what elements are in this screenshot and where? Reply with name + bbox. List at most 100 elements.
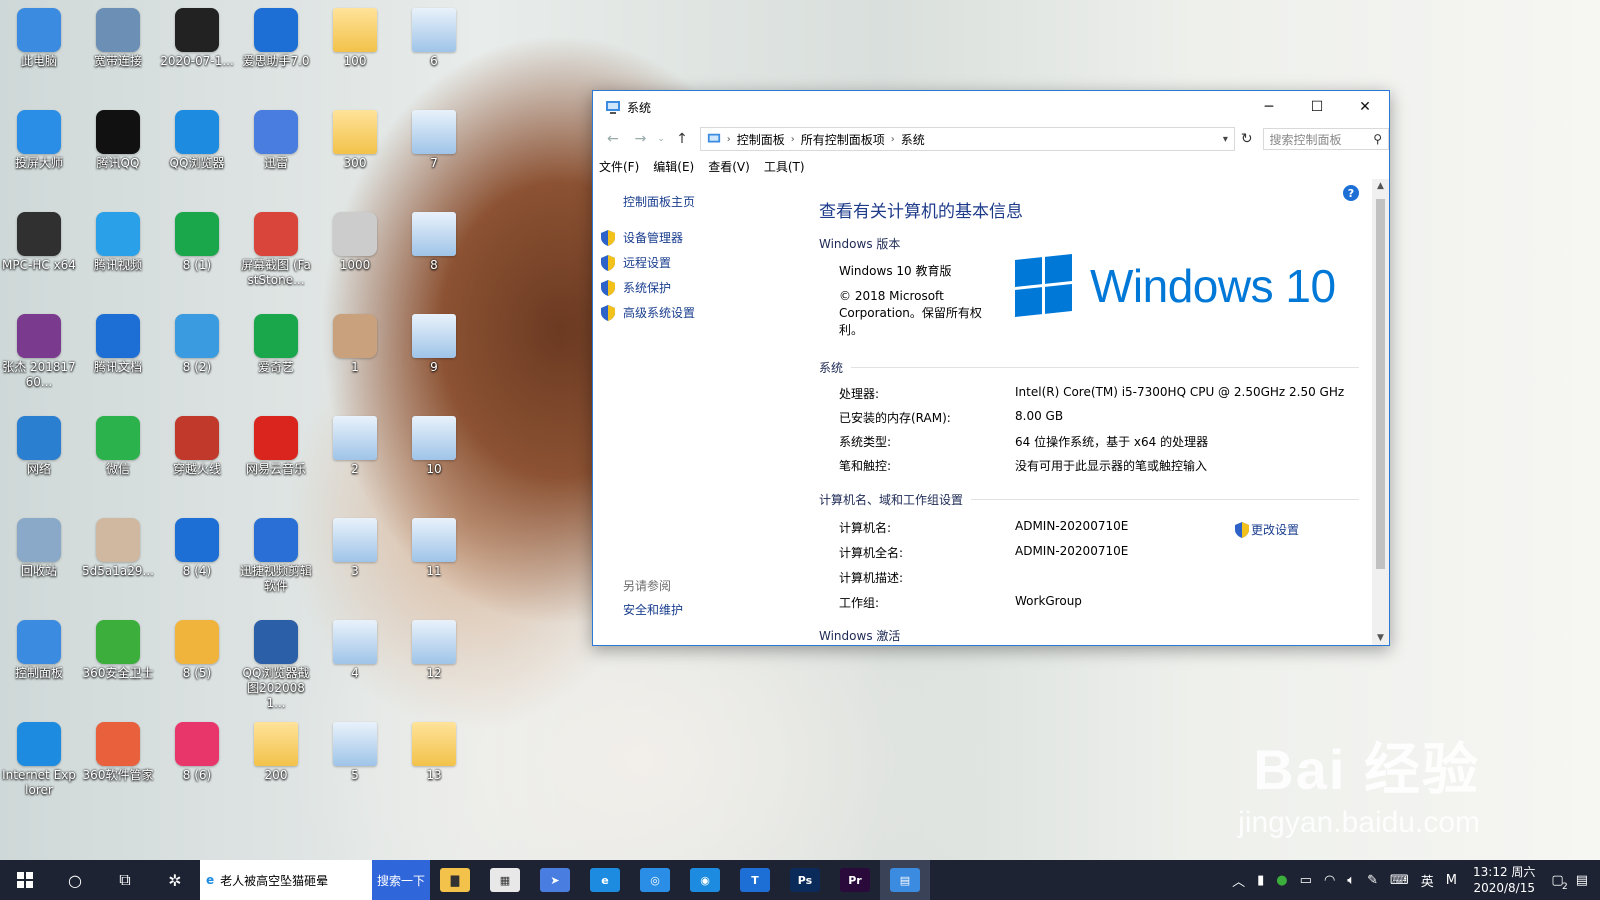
desktop-icon[interactable]: 8 (1) <box>158 206 236 306</box>
taskbar-app-button[interactable]: ▇ <box>430 860 480 900</box>
desktop-icon[interactable]: 8 <box>395 206 473 306</box>
usb-icon[interactable]: ▮ <box>1257 873 1264 888</box>
back-arrow-icon[interactable]: ← <box>599 131 627 147</box>
desktop-icon[interactable]: 8 (4) <box>158 512 236 612</box>
desktop-icon[interactable]: 5d5a1a29... <box>79 512 157 612</box>
desktop-icon[interactable]: 爱奇艺 <box>237 308 315 408</box>
menu-tools[interactable]: 工具(T) <box>764 158 805 175</box>
taskbar-app-button[interactable]: Pr <box>830 860 880 900</box>
desktop-icon[interactable]: 网易云音乐 <box>237 410 315 510</box>
ime-mode[interactable]: M <box>1446 873 1457 888</box>
desktop-icon[interactable]: Internet Explorer <box>0 716 78 816</box>
task-view-icon[interactable]: ⧉ <box>100 860 150 900</box>
desktop-icon[interactable]: 360安全卫士 <box>79 614 157 714</box>
change-settings-link[interactable]: 更改设置 <box>1235 521 1299 538</box>
minimize-button[interactable]: ─ <box>1245 91 1293 123</box>
desktop-icon[interactable]: 张杰 20181760... <box>0 308 78 408</box>
desktop-icon[interactable]: 3 <box>316 512 394 612</box>
desktop-icon[interactable]: 2020-07-1... <box>158 2 236 102</box>
wifi-icon[interactable]: ◠ <box>1324 873 1335 888</box>
desktop-icon[interactable]: QQ浏览器 <box>158 104 236 204</box>
desktop-icon[interactable]: 迅雷 <box>237 104 315 204</box>
device-manager-link[interactable]: 设备管理器 <box>601 229 683 246</box>
taskbar-app-button[interactable]: ▤ <box>880 860 930 900</box>
desktop-icon[interactable]: 投屏大师 <box>0 104 78 204</box>
advanced-system-settings-link[interactable]: 高级系统设置 <box>601 304 695 321</box>
input-language[interactable]: 英 <box>1421 871 1434 890</box>
cortana-search-icon[interactable]: ○ <box>50 860 100 900</box>
menu-edit[interactable]: 编辑(E) <box>653 158 694 175</box>
security-and-maintenance-link[interactable]: 安全和维护 <box>623 601 683 618</box>
vertical-scrollbar[interactable]: ▲ ▼ <box>1372 179 1389 645</box>
taskbar-app-button[interactable]: ◎ <box>630 860 680 900</box>
desktop-icon[interactable]: 回收站 <box>0 512 78 612</box>
clock[interactable]: 13:12 周六 2020/8/15 <box>1473 864 1535 896</box>
desktop-icon[interactable]: 迅捷视频剪辑软件 <box>237 512 315 612</box>
battery-icon[interactable]: ▭ <box>1300 873 1312 888</box>
360-safe-icon[interactable]: ● <box>1276 873 1287 888</box>
taskbar-app-button[interactable]: T <box>730 860 780 900</box>
menu-view[interactable]: 查看(V) <box>708 158 750 175</box>
volume-icon[interactable]: 🔈︎ <box>1347 873 1355 888</box>
menu-file[interactable]: 文件(F) <box>599 158 639 175</box>
breadcrumb-all-items[interactable]: 所有控制面板项 <box>801 131 885 148</box>
desktop-icon[interactable]: 7 <box>395 104 473 204</box>
desktop-icon[interactable]: 屏幕截图 (FastStone... <box>237 206 315 306</box>
address-bar[interactable]: › 控制面板 › 所有控制面板项 › 系统 ▾ <box>699 127 1235 151</box>
up-arrow-icon[interactable]: ↑ <box>668 131 696 147</box>
desktop-icon[interactable]: 腾讯QQ <box>79 104 157 204</box>
desktop-icon[interactable]: 控制面板 <box>0 614 78 714</box>
desktop-icon[interactable]: 8 (2) <box>158 308 236 408</box>
taskbar-app-button[interactable]: e <box>580 860 630 900</box>
forward-arrow-icon[interactable]: → <box>627 131 655 147</box>
show-hidden-icons-chevron-icon[interactable]: ︿ <box>1232 871 1245 890</box>
start-button[interactable] <box>0 860 50 900</box>
desktop-icon[interactable]: 腾讯视频 <box>79 206 157 306</box>
desktop-icon[interactable]: 1000 <box>316 206 394 306</box>
desktop-icon[interactable]: 10 <box>395 410 473 510</box>
desktop-icon[interactable]: 网络 <box>0 410 78 510</box>
desktop-icon[interactable]: 11 <box>395 512 473 612</box>
desktop-icon[interactable]: 8 (5) <box>158 614 236 714</box>
scroll-down-arrow-icon[interactable]: ▼ <box>1372 633 1389 643</box>
desktop-icon[interactable]: 1 <box>316 308 394 408</box>
desktop-icon[interactable]: 5 <box>316 716 394 816</box>
notifications-badge-icon[interactable]: ▢ 2 <box>1551 873 1567 892</box>
desktop-icon[interactable]: 腾讯文档 <box>79 308 157 408</box>
taskbar-search-widget[interactable]: e 老人被高空坠猫砸晕 搜索一下 <box>200 860 430 900</box>
search-box[interactable]: 搜索控制面板 ⚲ <box>1262 128 1389 150</box>
maximize-button[interactable]: ☐ <box>1293 91 1341 123</box>
taskbar-app-button[interactable]: ◉ <box>680 860 730 900</box>
scrollbar-thumb[interactable] <box>1376 199 1385 569</box>
title-bar[interactable]: 系统 ─ ☐ ✕ <box>593 91 1389 123</box>
taskbar-search-text[interactable]: 老人被高空坠猫砸晕 <box>220 872 328 889</box>
desktop-icon[interactable]: MPC-HC x64 <box>0 206 78 306</box>
desktop-icon[interactable]: 300 <box>316 104 394 204</box>
remote-settings-link[interactable]: 远程设置 <box>601 254 671 271</box>
action-center-icon[interactable]: ▤ <box>1576 873 1588 888</box>
desktop-icon[interactable]: 360软件管家 <box>79 716 157 816</box>
taskbar-search-button[interactable]: 搜索一下 <box>372 860 430 900</box>
recent-locations-chevron-icon[interactable]: ⌄ <box>654 134 668 144</box>
desktop-icon[interactable]: 12 <box>395 614 473 714</box>
desktop-icon[interactable]: 8 (6) <box>158 716 236 816</box>
desktop-icon[interactable]: 此电脑 <box>0 2 78 102</box>
desktop-icon[interactable]: 13 <box>395 716 473 816</box>
desktop-icon[interactable]: 爱思助手7.0 <box>237 2 315 102</box>
taskbar-app-button[interactable]: Ps <box>780 860 830 900</box>
desktop-icon[interactable]: QQ浏览器截图2020081... <box>237 614 315 714</box>
desktop-icon[interactable]: 9 <box>395 308 473 408</box>
desktop-icon[interactable]: 200 <box>237 716 315 816</box>
desktop-icon[interactable]: 宽带连接 <box>79 2 157 102</box>
close-button[interactable]: ✕ <box>1341 91 1389 123</box>
desktop-icon[interactable]: 微信 <box>79 410 157 510</box>
desktop-icon[interactable]: 穿越火线 <box>158 410 236 510</box>
address-dropdown-chevron-icon[interactable]: ▾ <box>1223 134 1228 145</box>
control-panel-home-link[interactable]: 控制面板主页 <box>623 193 695 210</box>
desktop-icon[interactable]: 4 <box>316 614 394 714</box>
breadcrumb-control-panel[interactable]: 控制面板 <box>737 131 785 148</box>
desktop-icon[interactable]: 100 <box>316 2 394 102</box>
system-protection-link[interactable]: 系统保护 <box>601 279 671 296</box>
pen-icon[interactable]: ✎ <box>1367 873 1378 888</box>
desktop-icon[interactable]: 6 <box>395 2 473 102</box>
